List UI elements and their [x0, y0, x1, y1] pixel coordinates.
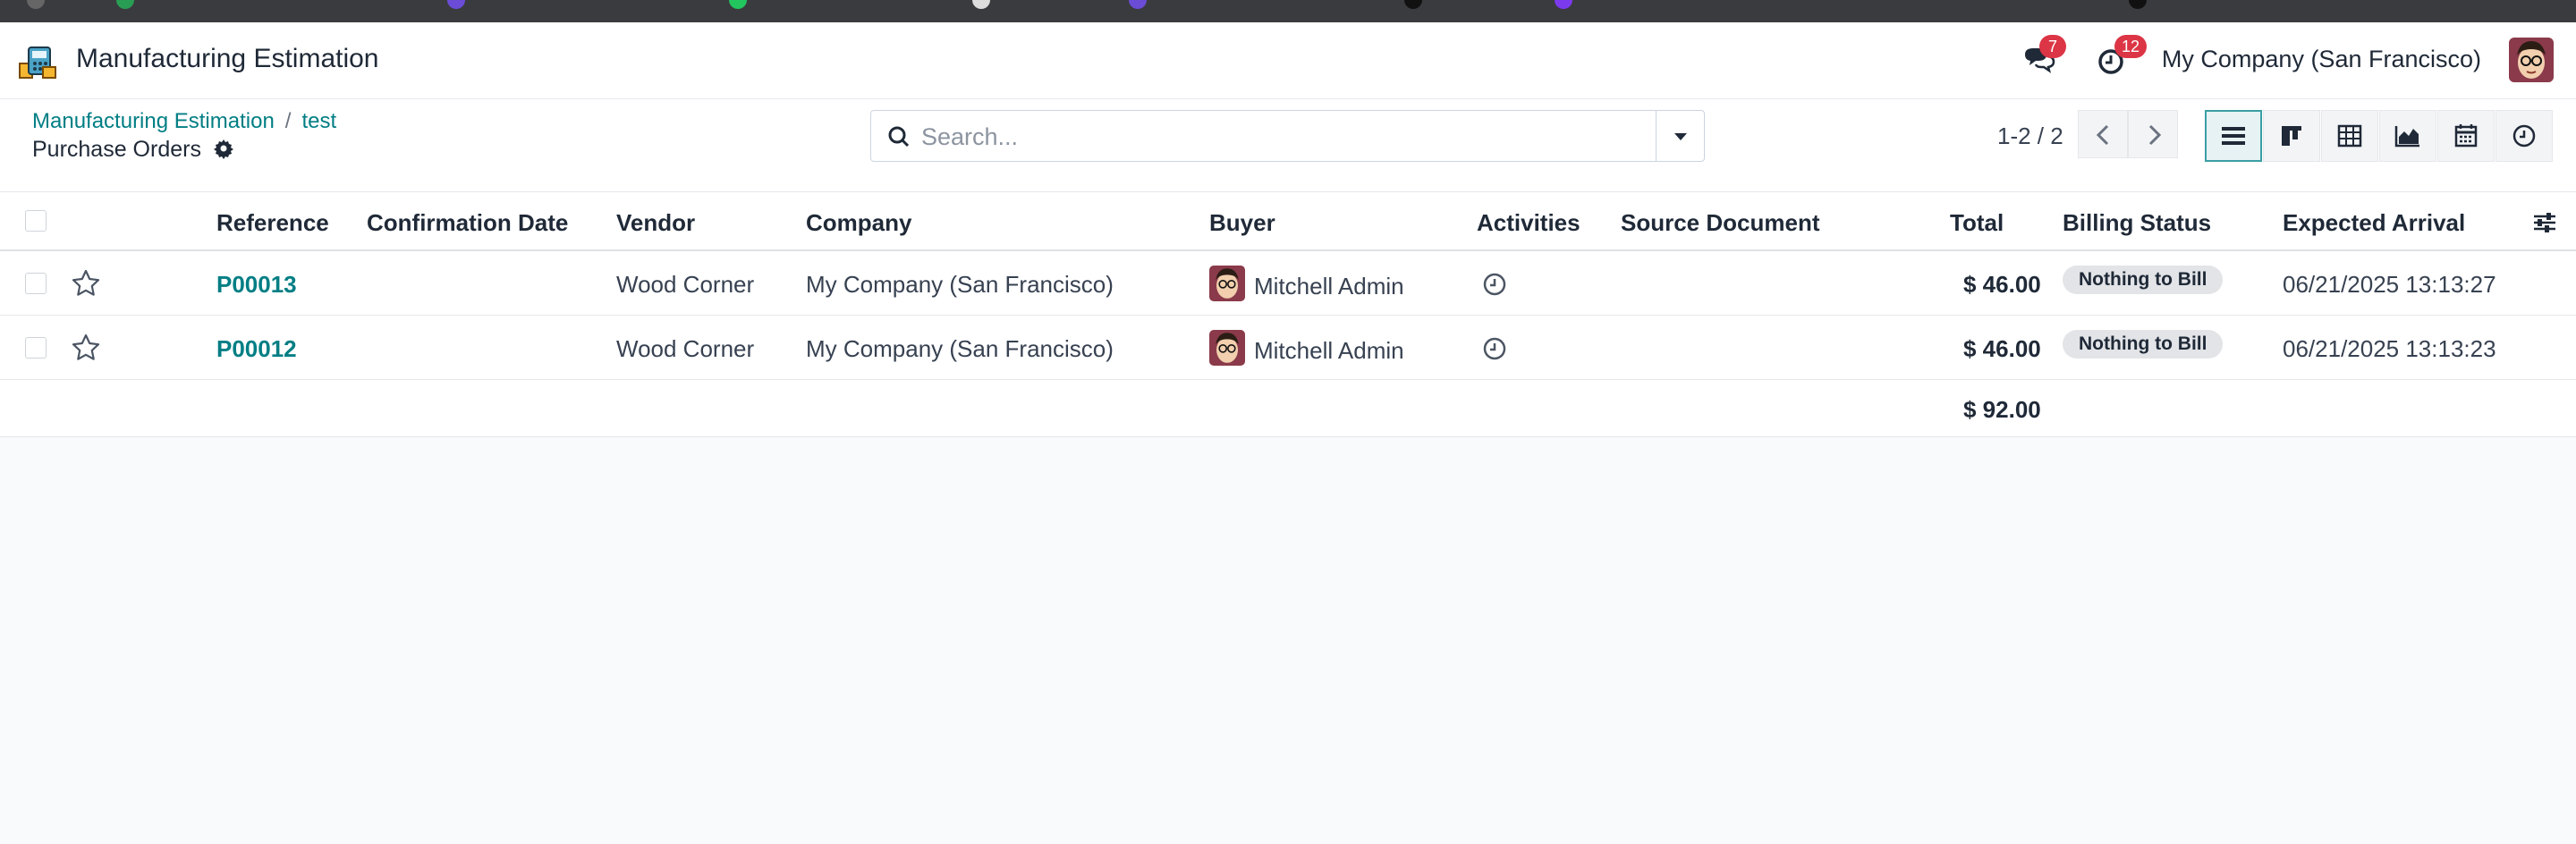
company-switcher[interactable]: My Company (San Francisco) [2162, 46, 2481, 73]
gear-icon[interactable] [213, 138, 234, 159]
company-cell: My Company (San Francisco) [806, 335, 1114, 362]
search-icon [888, 126, 910, 148]
buyer-cell: Mitchell Admin [1254, 337, 1404, 364]
expected-arrival-cell: 06/21/2025 13:13:27 [2283, 271, 2496, 298]
row-checkbox[interactable] [25, 337, 47, 359]
optional-columns-icon[interactable] [2531, 210, 2558, 235]
vendor-cell: Wood Corner [616, 271, 755, 298]
reference-cell[interactable]: P00013 [216, 271, 297, 299]
activity-clock-icon[interactable] [1481, 271, 1508, 298]
page-title: Purchase Orders [32, 137, 234, 163]
avatar-face-icon [2509, 38, 2554, 82]
avatar[interactable] [1209, 330, 1245, 366]
select-all-checkbox[interactable] [25, 210, 47, 232]
pager-value[interactable]: 1-2 / 2 [1997, 122, 2063, 150]
view-kanban-button[interactable] [2263, 110, 2320, 162]
user-avatar[interactable] [2509, 38, 2554, 82]
column-header-company[interactable]: Company [806, 209, 911, 237]
breadcrumb-separator: / [284, 109, 292, 133]
billing-status-badge: Nothing to Bill [2063, 330, 2224, 359]
chevron-right-icon [2148, 124, 2162, 146]
pager-next-button[interactable] [2128, 110, 2178, 158]
tab-favicon [447, 0, 465, 9]
table-header: Reference Confirmation Date Vendor Compa… [0, 192, 2576, 251]
app-title[interactable]: Manufacturing Estimation [76, 44, 379, 74]
activities-badge: 12 [2114, 35, 2148, 58]
tab-favicon [1129, 0, 1147, 9]
column-header-confirmation-date[interactable]: Confirmation Date [367, 209, 568, 237]
table-row[interactable]: P00013 Wood Corner My Company (San Franc… [0, 251, 2576, 316]
tab-favicon [972, 0, 990, 9]
activities-button[interactable]: 12 [2093, 35, 2148, 80]
column-header-expected-arrival[interactable]: Expected Arrival [2283, 209, 2465, 237]
column-header-buyer[interactable]: Buyer [1209, 209, 1275, 237]
column-header-vendor[interactable]: Vendor [616, 209, 695, 237]
view-pivot-button[interactable] [2321, 110, 2378, 162]
company-cell: My Company (San Francisco) [806, 271, 1114, 298]
messages-badge: 7 [2039, 35, 2066, 58]
tab-favicon [1555, 0, 1572, 9]
tab-favicon [1404, 0, 1422, 9]
view-activity-button[interactable] [2496, 110, 2553, 162]
page-title-text: Purchase Orders [32, 137, 201, 162]
avatar[interactable] [1209, 266, 1245, 301]
table-footer: $ 92.00 [0, 380, 2576, 437]
pager-previous-button[interactable] [2078, 110, 2128, 158]
activity-clock-icon[interactable] [1481, 335, 1508, 362]
reference-cell[interactable]: P00012 [216, 335, 297, 363]
top-navbar: Manufacturing Estimation 7 12 My Company… [0, 22, 2576, 99]
table-row[interactable]: P00012 Wood Corner My Company (San Franc… [0, 316, 2576, 380]
caret-down-icon [1674, 133, 1687, 140]
column-header-source-document[interactable]: Source Document [1621, 209, 1820, 237]
search-options-toggle[interactable] [1656, 111, 1704, 161]
star-icon[interactable] [71, 333, 101, 363]
tab-favicon [2129, 0, 2147, 9]
messages-button[interactable]: 7 [2020, 35, 2066, 80]
search-input[interactable] [921, 120, 1619, 154]
column-header-activities[interactable]: Activities [1477, 209, 1580, 237]
list-view-icon [2222, 127, 2245, 145]
search-bar [870, 110, 1705, 162]
calendar-icon [2454, 124, 2478, 148]
total-cell: $ 46.00 [1963, 335, 2041, 362]
view-list-button[interactable] [2205, 110, 2262, 162]
tab-favicon [729, 0, 747, 9]
browser-tab-strip [0, 0, 2576, 22]
purchase-orders-table: Reference Confirmation Date Vendor Compa… [0, 192, 2576, 437]
column-header-total[interactable]: Total [1950, 209, 2004, 237]
chevron-left-icon [2096, 124, 2109, 146]
avatar-face-icon [1209, 266, 1245, 301]
view-calendar-button[interactable] [2437, 110, 2495, 162]
row-checkbox[interactable] [25, 273, 47, 294]
billing-status-badge: Nothing to Bill [2063, 266, 2224, 294]
tab-favicon [27, 0, 45, 9]
control-panel: Manufacturing Estimation / test Purchase O… [0, 99, 2576, 192]
star-icon[interactable] [71, 268, 101, 299]
breadcrumb-link-test[interactable]: test [301, 109, 336, 133]
kanban-view-icon [2282, 126, 2301, 146]
app-logo-icon[interactable] [18, 40, 59, 81]
tab-favicon [116, 0, 134, 9]
clock-icon [2512, 124, 2536, 148]
column-header-billing-status[interactable]: Billing Status [2063, 209, 2211, 237]
column-header-reference[interactable]: Reference [216, 209, 329, 237]
breadcrumb-link-manufacturing-estimation[interactable]: Manufacturing Estimation [32, 109, 275, 133]
sum-total: $ 92.00 [1963, 396, 2041, 423]
pivot-view-icon [2337, 124, 2362, 148]
breadcrumb: Manufacturing Estimation / test [32, 109, 336, 134]
buyer-cell: Mitchell Admin [1254, 273, 1404, 300]
total-cell: $ 46.00 [1963, 271, 2041, 298]
avatar-face-icon [1209, 330, 1245, 366]
vendor-cell: Wood Corner [616, 335, 755, 362]
area-chart-icon [2394, 126, 2419, 148]
expected-arrival-cell: 06/21/2025 13:13:23 [2283, 335, 2496, 362]
view-graph-button[interactable] [2379, 110, 2436, 162]
